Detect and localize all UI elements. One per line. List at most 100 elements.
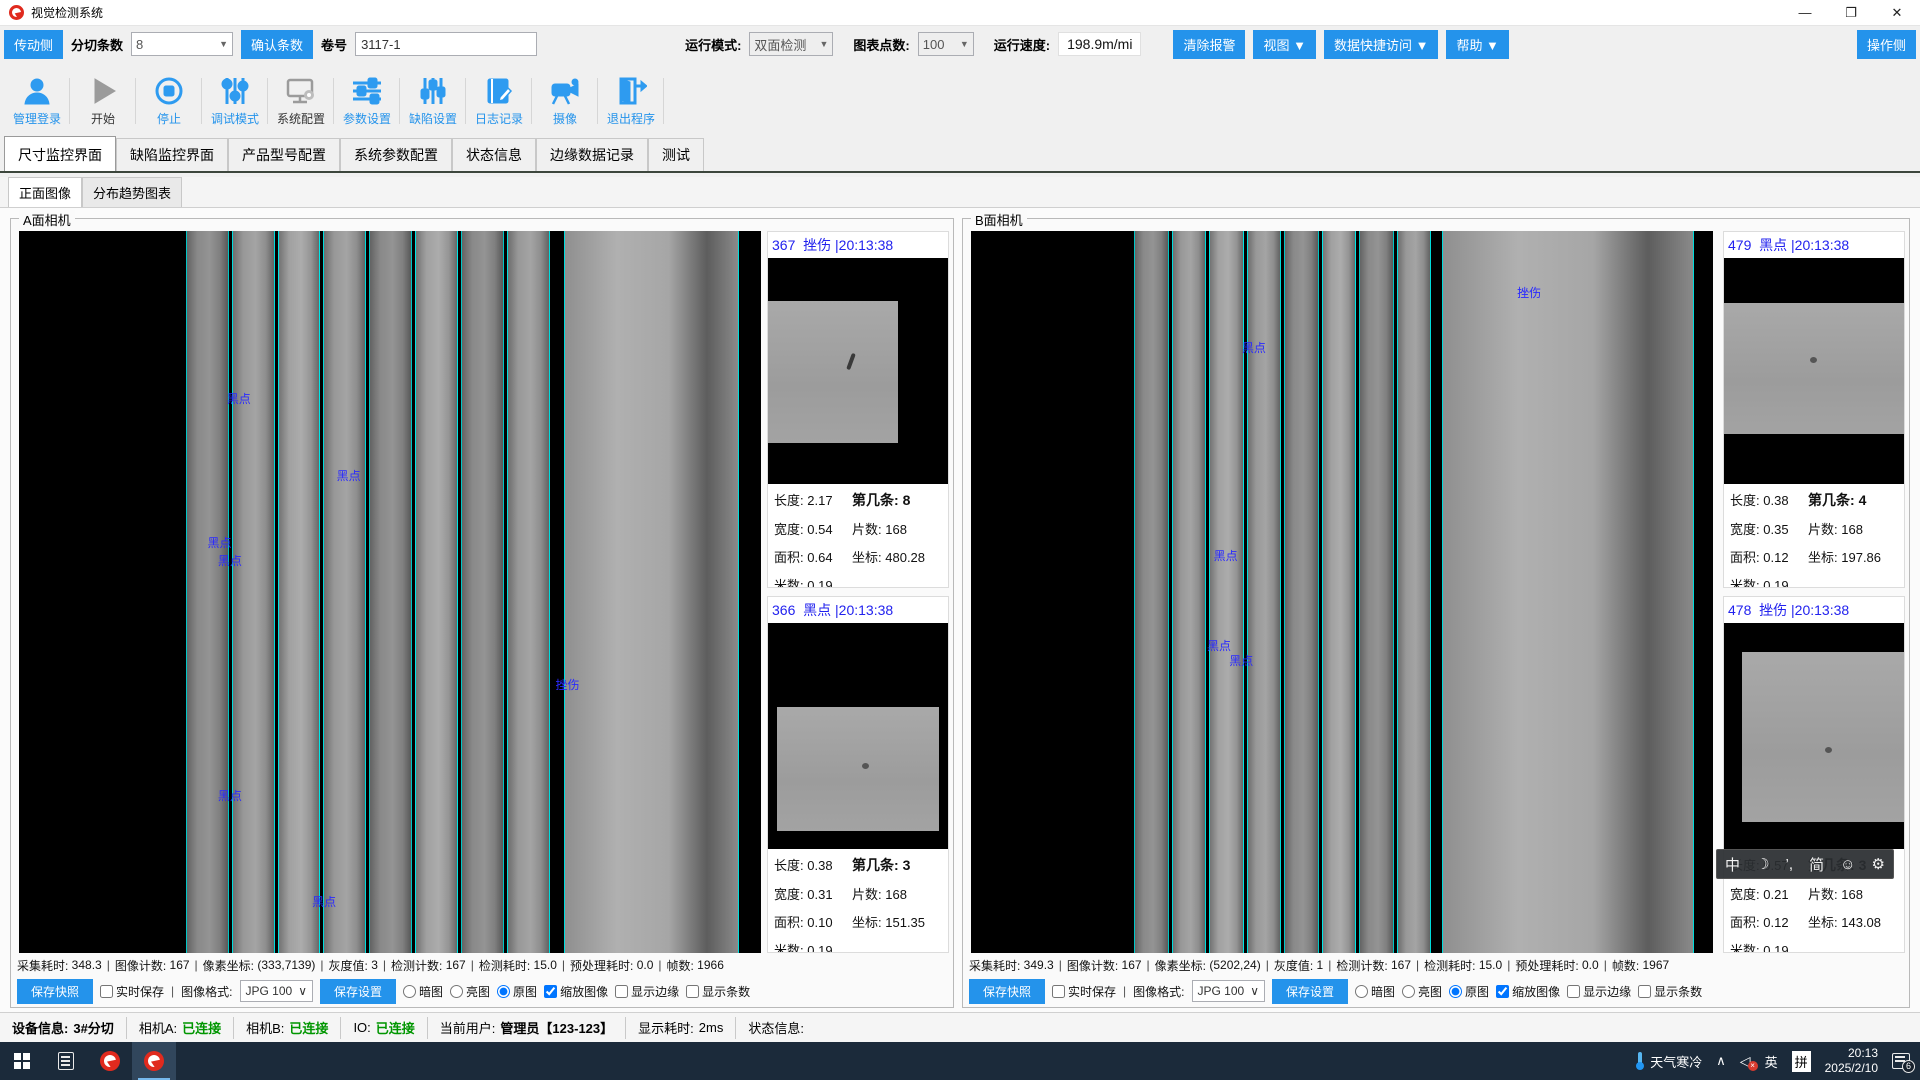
defect-card[interactable]: 367 挫伤 |20:13:38 长度: 2.17 第几条: 8 宽度: 0.5… [767,231,949,588]
tab-system-param-config[interactable]: 系统参数配置 [340,138,452,171]
original-image-radio[interactable]: 原图 [497,983,537,1000]
tab-product-model-config[interactable]: 产品型号配置 [228,138,340,171]
taskbar-app-button[interactable] [88,1042,132,1080]
drive-side-button[interactable]: 传动侧 [4,30,63,59]
ime-emoji-button[interactable]: ☺ [1840,856,1855,873]
roll-number-input[interactable] [355,32,537,56]
data-quick-access-button[interactable]: 数据快捷访问 ▼ [1324,30,1438,59]
tab-size-monitor[interactable]: 尺寸监控界面 [4,136,116,171]
stop-icon [153,76,185,106]
slit-strip [415,231,458,953]
tray-expand-button[interactable]: ∧ [1716,1053,1726,1069]
volume-muted-icon[interactable]: ◁× [1740,1053,1751,1070]
image-format-select[interactable]: JPG 100∨ [1192,980,1266,1002]
notification-center-icon[interactable]: 6 [1892,1053,1910,1069]
slit-strip [186,231,229,953]
capture-button[interactable]: 摄像 [532,68,598,134]
show-count-checkbox[interactable]: 显示条数 [686,983,750,1000]
device-info-value: 3#分切 [73,1018,113,1037]
defect-label: 黑点 [1242,339,1266,356]
zoom-image-checkbox[interactable]: 缩放图像 [544,983,608,1000]
app-window: 视觉检测系统 — ❐ ✕ 传动侧 分切条数 8▼ 确认条数 卷号 运行模式: 双… [0,0,1920,1080]
bright-image-radio[interactable]: 亮图 [1402,983,1442,1000]
tab-status-info[interactable]: 状态信息 [452,138,536,171]
save-settings-button[interactable]: 保存设置 [320,979,396,1004]
strip-band [186,231,550,953]
clear-alarm-button[interactable]: 清除报警 [1173,30,1245,59]
thermometer-icon [1635,1052,1645,1070]
show-edge-checkbox[interactable]: 显示边缘 [615,983,679,1000]
tab-test[interactable]: 测试 [648,138,704,171]
stop-button[interactable]: 停止 [136,68,202,134]
ime-mode-button[interactable]: 中 [1725,854,1740,875]
sliders-icon [219,76,251,106]
camera-b-status-line: 采集耗时: 349.3|图像计数: 167|像素坐标: (5202,24)|灰度… [969,955,1905,975]
taskbar-app-button[interactable] [44,1042,88,1080]
operate-side-button[interactable]: 操作侧 [1857,30,1916,59]
start-menu-button[interactable] [0,1042,44,1080]
run-mode-select[interactable]: 双面检测▼ [749,32,833,56]
defect-settings-button[interactable]: 缺陷设置 [400,68,466,134]
taskbar-app-button-active[interactable] [132,1042,176,1080]
defect-header: 479 黑点 |20:13:38 [1724,232,1904,258]
confirm-count-button[interactable]: 确认条数 [241,30,313,59]
help-menu-button[interactable]: 帮助 ▼ [1446,30,1508,59]
camera-a-status-line: 采集耗时: 348.3|图像计数: 167|像素坐标: (333,7139)|灰… [17,955,949,975]
maximize-button[interactable]: ❐ [1828,0,1874,25]
tab-defect-monitor[interactable]: 缺陷监控界面 [116,138,228,171]
start-button[interactable]: 开始 [70,68,136,134]
slit-strip [278,231,321,953]
camera-b-image[interactable]: 挫伤黑点黑点黑点黑点 [971,231,1713,953]
show-edge-checkbox[interactable]: 显示边缘 [1567,983,1631,1000]
system-config-button[interactable]: 系统配置 [268,68,334,134]
zoom-image-checkbox[interactable]: 缩放图像 [1496,983,1560,1000]
dark-image-radio[interactable]: 暗图 [403,983,443,1000]
ime-simplified-button[interactable]: 简 [1809,854,1824,875]
current-user-label: 当前用户: [440,1018,496,1037]
chart-points-select[interactable]: 100▼ [918,32,974,56]
save-snapshot-button[interactable]: 保存快照 [969,979,1045,1004]
tab-front-image[interactable]: 正面图像 [8,177,82,207]
ime-punctuation-button[interactable]: ’, [1786,856,1794,873]
tab-edge-data-record[interactable]: 边缘数据记录 [536,138,648,171]
original-image-radio[interactable]: 原图 [1449,983,1489,1000]
defect-card[interactable]: 479 黑点 |20:13:38 长度: 0.38 第几条: 4 宽度: 0.3… [1723,231,1905,588]
parameter-settings-button[interactable]: 参数设置 [334,68,400,134]
slit-count-select[interactable]: 8▼ [131,32,233,56]
view-menu-button[interactable]: 视图 ▼ [1253,30,1315,59]
exit-program-button[interactable]: 退出程序 [598,68,664,134]
notification-badge: 6 [1902,1060,1915,1073]
save-settings-button[interactable]: 保存设置 [1272,979,1348,1004]
close-button[interactable]: ✕ [1874,0,1920,25]
user-icon [21,76,53,106]
camera-a-image[interactable]: 黑点黑点黑点黑点挫伤黑点黑点 [19,231,761,953]
exit-door-icon [615,76,647,106]
image-format-select[interactable]: JPG 100∨ [240,980,314,1002]
main-toolbar: 传动侧 分切条数 8▼ 确认条数 卷号 运行模式: 双面检测▼ 图表点数: 10… [0,26,1920,62]
windows-logo-icon [14,1053,30,1069]
admin-login-button[interactable]: 管理登录 [4,68,70,134]
defect-thumbnail [1724,623,1904,849]
defect-card[interactable]: 366 黑点 |20:13:38 长度: 0.38 第几条: 3 宽度: 0.3… [767,596,949,953]
debug-mode-button[interactable]: 调试模式 [202,68,268,134]
bright-image-radio[interactable]: 亮图 [450,983,490,1000]
ime-fullwidth-icon[interactable]: ☽ [1756,855,1769,873]
realtime-save-checkbox[interactable]: 实时保存 [1052,983,1116,1000]
slit-strip [1322,231,1356,953]
defect-label: 黑点 [218,552,242,569]
minimize-button[interactable]: — [1782,0,1828,25]
realtime-save-checkbox[interactable]: 实时保存 [100,983,164,1000]
ime-settings-icon[interactable]: ⚙ [1871,855,1884,873]
defect-label: 黑点 [1207,637,1231,654]
taskbar-clock[interactable]: 20:13 2025/2/10 [1825,1046,1878,1076]
language-indicator[interactable]: 英 [1765,1052,1778,1071]
ime-indicator[interactable]: 拼 [1792,1051,1811,1072]
log-record-button[interactable]: 日志记录 [466,68,532,134]
tab-distribution-trend-chart[interactable]: 分布趋势图表 [82,177,182,207]
defect-card[interactable]: 478 挫伤 |20:13:38 长度: 0.57 第几条: 3 宽度: 0.2… [1723,596,1905,953]
show-count-checkbox[interactable]: 显示条数 [1638,983,1702,1000]
weather-widget[interactable]: 天气寒冷 [1635,1052,1702,1071]
save-snapshot-button[interactable]: 保存快照 [17,979,93,1004]
camera-b-controls: 保存快照 实时保存 |图像格式: JPG 100∨ 保存设置 暗图 亮图 原图 … [969,979,1905,1003]
dark-image-radio[interactable]: 暗图 [1355,983,1395,1000]
